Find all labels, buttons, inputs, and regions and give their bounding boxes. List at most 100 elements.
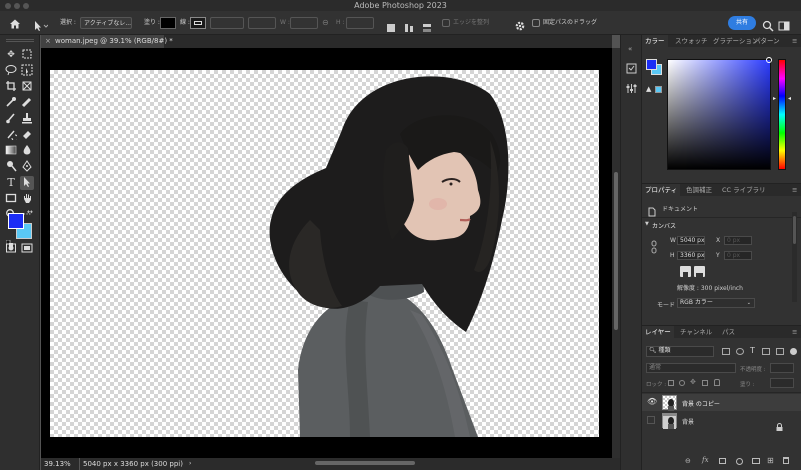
height-field[interactable]: [346, 17, 374, 29]
visibility-toggle[interactable]: [647, 416, 655, 424]
close-tab-icon[interactable]: ×: [45, 35, 51, 48]
tab-properties[interactable]: プロパティ: [642, 184, 681, 196]
spot-healing-tool-icon[interactable]: [20, 96, 34, 110]
move-tool-icon[interactable]: ✥: [4, 48, 18, 62]
constrain-proportions-icon[interactable]: [651, 239, 657, 254]
gamut-color-swatch[interactable]: [655, 86, 662, 93]
lock-artboard-icon[interactable]: [702, 380, 708, 386]
hue-slider-right-handle[interactable]: ◂: [788, 95, 791, 102]
color-picker-cursor[interactable]: [766, 57, 772, 63]
search-icon[interactable]: [762, 17, 774, 32]
foreground-color-swatch[interactable]: [8, 213, 24, 229]
layer-row[interactable]: 背景: [642, 412, 801, 431]
tab-channels[interactable]: チャンネル: [680, 326, 712, 338]
height-prop-field[interactable]: 3360 px: [677, 251, 705, 260]
properties-menu-icon[interactable]: ≡: [792, 184, 797, 196]
filter-adjustment-icon[interactable]: [736, 348, 744, 355]
path-selection-tool-icon[interactable]: [20, 176, 34, 190]
layer-filter-dropdown[interactable]: 🔍︎ 種類: [646, 346, 714, 357]
gear-icon[interactable]: [514, 17, 526, 31]
rectangle-tool-icon[interactable]: [4, 192, 18, 206]
history-brush-tool-icon[interactable]: [4, 128, 19, 142]
tab-cc-libraries[interactable]: CC ライブラリ: [722, 184, 766, 196]
out-of-gamut-warning-icon[interactable]: ▲: [646, 85, 651, 93]
vertical-scroll-thumb[interactable]: [614, 172, 618, 330]
color-picker-field[interactable]: [667, 57, 772, 170]
share-button[interactable]: 共有: [728, 16, 756, 30]
properties-scroll-thumb[interactable]: [793, 216, 796, 244]
new-layer-icon[interactable]: ⊞: [767, 456, 774, 465]
x-prop-field[interactable]: 0 px: [724, 236, 752, 245]
tab-layers[interactable]: レイヤー: [642, 326, 674, 338]
swap-colors-icon[interactable]: ↔: [27, 209, 34, 216]
layer-name[interactable]: 背景 のコピー: [682, 399, 720, 408]
fill-opacity-field[interactable]: [770, 378, 794, 388]
zoom-level[interactable]: 39.13%: [44, 458, 71, 470]
opacity-field[interactable]: [770, 363, 794, 373]
move-tool-preset-icon[interactable]: [32, 17, 49, 31]
panel-menu-icon[interactable]: ≡: [792, 35, 797, 47]
landscape-orientation-icon[interactable]: [694, 266, 705, 278]
align-edges-checkbox[interactable]: [442, 19, 450, 27]
hue-slider[interactable]: [778, 59, 786, 170]
eraser-tool-icon[interactable]: [20, 128, 34, 142]
fill-swatch[interactable]: [160, 17, 176, 29]
path-operations-icon[interactable]: [386, 18, 396, 32]
path-alignment-icon[interactable]: [404, 18, 414, 32]
layers-menu-icon[interactable]: ≡: [792, 326, 797, 338]
object-selection-tool-icon[interactable]: [20, 64, 34, 78]
link-layers-icon[interactable]: ⊖: [685, 457, 691, 465]
tab-document[interactable]: × woman.jpeg @ 39.1% (RGB/8#) *: [41, 35, 173, 48]
layer-row[interactable]: 👁︎ 背景 のコピー: [642, 394, 801, 411]
canvas-collapse-chevron-icon[interactable]: ▼: [645, 221, 649, 227]
delete-layer-icon[interactable]: [783, 457, 789, 464]
stroke-swatch[interactable]: [190, 17, 206, 29]
filter-pixel-icon[interactable]: [722, 348, 730, 355]
screen-mode-icon[interactable]: [20, 242, 34, 256]
toolbar-grip[interactable]: [6, 39, 34, 42]
lock-all-icon[interactable]: [714, 379, 720, 386]
home-icon[interactable]: [8, 16, 22, 30]
hand-tool-icon[interactable]: [20, 192, 34, 206]
mode-dropdown[interactable]: RGB カラー ⌄: [677, 298, 755, 308]
lock-transparent-icon[interactable]: [668, 380, 674, 386]
lock-position-icon[interactable]: ✥: [690, 379, 696, 386]
filter-shape-icon[interactable]: [762, 348, 770, 355]
hue-slider-left-handle[interactable]: ▸: [773, 95, 776, 102]
stroke-type-dropdown[interactable]: [248, 17, 276, 29]
layer-name[interactable]: 背景: [682, 417, 694, 426]
eyedropper-tool-icon[interactable]: [4, 96, 18, 110]
tab-color[interactable]: カラー: [642, 35, 668, 47]
fixed-path-drag-checkbox[interactable]: [532, 19, 540, 27]
eye-icon[interactable]: 👁︎: [647, 397, 657, 407]
dodge-tool-icon[interactable]: [4, 160, 18, 174]
brush-tool-icon[interactable]: [4, 112, 18, 126]
tab-patterns[interactable]: パターン: [754, 35, 780, 47]
filter-smart-object-icon[interactable]: [776, 348, 784, 355]
filter-type-icon[interactable]: T: [750, 347, 755, 355]
link-icon[interactable]: ⊖: [322, 11, 329, 35]
info-menu-chevron-icon[interactable]: ›: [189, 458, 191, 470]
document-canvas[interactable]: [50, 70, 599, 437]
pen-tool-icon[interactable]: [20, 160, 34, 174]
expand-panels-icon[interactable]: «: [628, 45, 632, 53]
y-prop-field[interactable]: 0 px: [724, 251, 752, 260]
layer-style-icon[interactable]: fx: [702, 456, 709, 464]
stroke-width-field[interactable]: [210, 17, 244, 29]
add-mask-icon[interactable]: [719, 458, 726, 464]
blur-tool-icon[interactable]: [20, 144, 34, 158]
tab-gradients[interactable]: グラデーション: [713, 35, 758, 47]
blend-mode-dropdown[interactable]: 通常: [646, 363, 736, 373]
lasso-tool-icon[interactable]: [4, 64, 18, 78]
width-field[interactable]: [290, 17, 318, 29]
adjustments-icon[interactable]: [626, 79, 637, 93]
width-prop-field[interactable]: 5040 px: [677, 236, 705, 245]
clone-stamp-tool-icon[interactable]: [20, 112, 34, 126]
portrait-orientation-icon[interactable]: [680, 266, 691, 279]
artboard-tool-icon[interactable]: [20, 48, 34, 62]
path-arrangement-icon[interactable]: [422, 18, 432, 32]
adjustment-layer-icon[interactable]: [736, 458, 743, 465]
new-group-icon[interactable]: [752, 458, 760, 464]
frame-tool-icon[interactable]: [20, 80, 34, 94]
tab-adjustments[interactable]: 色調補正: [686, 184, 712, 196]
